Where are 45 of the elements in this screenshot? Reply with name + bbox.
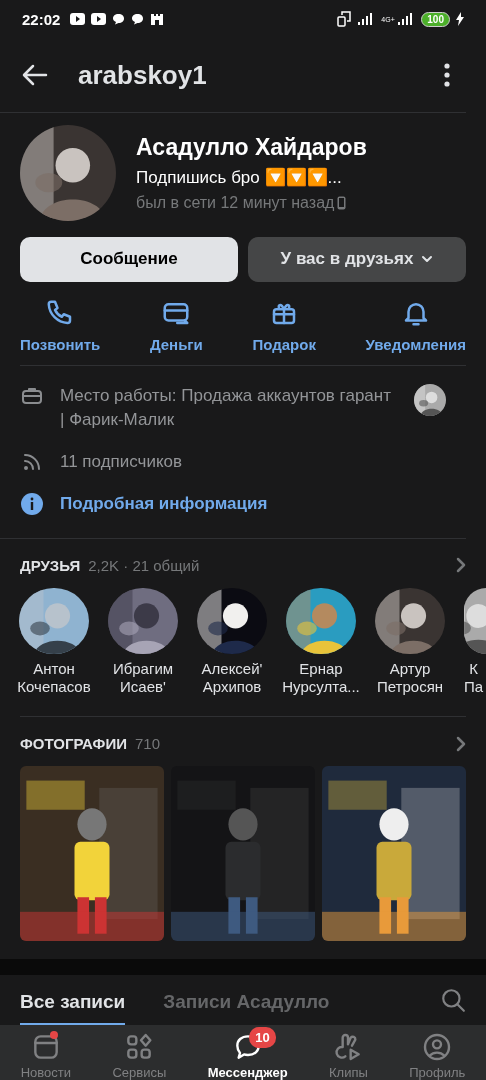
phone-rotate-icon: [337, 11, 352, 28]
friend-name[interactable]: К Па: [464, 660, 484, 697]
nav-tab[interactable]: Профиль: [409, 1031, 466, 1080]
nav-tab[interactable]: Новости: [20, 1031, 71, 1080]
info-text: Место работы: Продажа аккаунтов гарант | Фарик-Малик: [60, 384, 392, 431]
charging-icon: [456, 12, 464, 27]
details-link[interactable]: Подробная информация: [60, 491, 446, 516]
play-icon: [91, 13, 107, 26]
chat-icon: [131, 13, 145, 26]
friends-count: 2,2K · 21 общий: [88, 556, 201, 574]
play-icon: [70, 13, 86, 26]
profile-username: arabskoy1: [78, 59, 208, 91]
friend-name[interactable]: Алексей' Архипов: [201, 660, 263, 697]
chat-icon: [112, 13, 126, 26]
profile-name: Асадулло Хайдаров: [136, 133, 367, 161]
mobile-icon: [337, 195, 347, 210]
action-button[interactable]: Деньги: [149, 297, 203, 353]
section-title: ФОТОГРАФИИ: [20, 735, 127, 753]
unread-count: 10: [249, 1027, 276, 1048]
castle-icon: [150, 12, 165, 26]
more-button[interactable]: [444, 63, 450, 88]
info-text: 11 подписчиков: [60, 450, 184, 473]
friend-name[interactable]: Артур Петросян: [376, 660, 444, 697]
nav-tab[interactable]: Сервисы: [112, 1031, 167, 1080]
nav-tab[interactable]: Клипы: [328, 1031, 368, 1080]
message-button[interactable]: Сообщение: [20, 236, 238, 282]
section-title: ДРУЗЬЯ: [20, 556, 81, 574]
friend-name[interactable]: Ибрагим Исаев': [112, 660, 174, 697]
back-button[interactable]: [22, 64, 48, 87]
friend-name[interactable]: Антон Кочепасов: [17, 660, 91, 697]
search-button[interactable]: [440, 987, 466, 1013]
chevron-right-icon[interactable]: [456, 557, 466, 574]
friend-name[interactable]: Ернар Нурсулта...: [282, 660, 360, 697]
last-seen: был в сети 12 минут назад: [136, 193, 335, 212]
friends-dropdown[interactable]: У вас в друзьях: [248, 236, 466, 282]
action-button[interactable]: Подарок: [252, 297, 316, 353]
chevron-right-icon[interactable]: [456, 735, 466, 752]
info-icon: [20, 491, 44, 516]
action-button[interactable]: Уведомления: [365, 297, 466, 353]
caret-icon: [421, 255, 434, 264]
profile-status: Подпишись бро 🔽🔽🔽...: [136, 166, 343, 188]
status-time: 22:02: [22, 10, 61, 28]
action-button[interactable]: Позвонить: [20, 297, 101, 353]
battery-level: 100: [421, 11, 450, 27]
photos-count: 710: [134, 735, 161, 753]
